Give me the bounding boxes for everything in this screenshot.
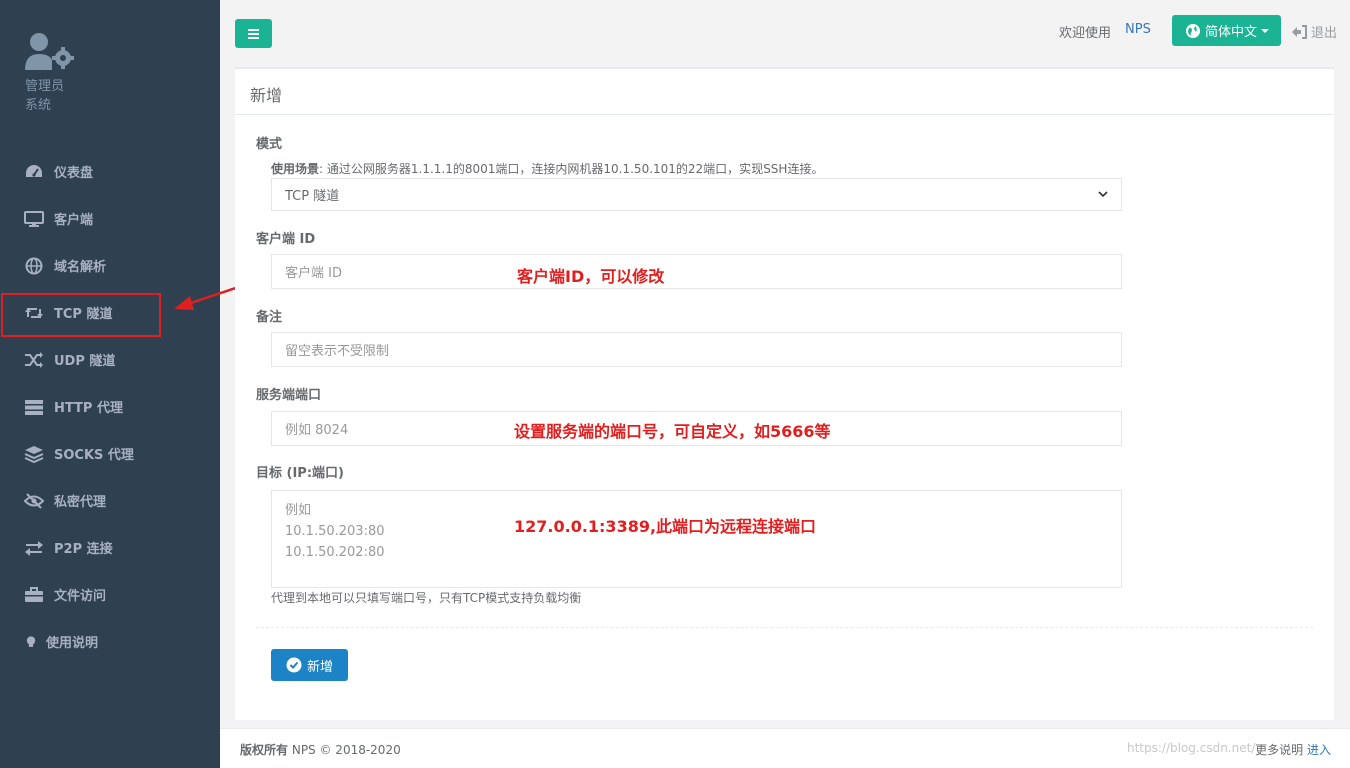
profile[interactable]: 管理员 系统: [25, 32, 77, 115]
annotation-server-port: 设置服务端的端口号，可自定义，如5666等: [514, 422, 831, 441]
sidebar-item-dashboard[interactable]: 仪表盘: [0, 148, 220, 195]
sidebar-item-label: 使用说明: [46, 636, 99, 651]
sidebar-item-label: 文件访问: [54, 589, 107, 604]
eye-slash-icon: [24, 492, 44, 509]
remark-input[interactable]: 留空表示不受限制: [271, 332, 1122, 367]
sidebar-item-files[interactable]: 文件访问: [0, 571, 220, 618]
monitor-icon: [24, 210, 44, 227]
submit-label: 新增: [306, 659, 333, 675]
globe-icon: [1186, 23, 1200, 38]
dashboard-icon: [26, 164, 42, 177]
server-icon: [25, 399, 43, 415]
sidebar-item-label: 域名解析: [54, 260, 107, 275]
exchange-icon: [25, 540, 43, 556]
profile-subtitle: 系统: [25, 98, 52, 113]
target-textarea[interactable]: 例如 10.1.50.203:80 10.1.50.202:80: [271, 490, 1122, 588]
sidebar-item-label: P2P 连接: [54, 542, 113, 557]
client-id-label: 客户端 ID: [256, 232, 316, 247]
language-label: 简体中文: [1205, 25, 1258, 40]
logout-label: 退出: [1311, 26, 1338, 41]
annotation-target: 127.0.0.1:3389,此端口为远程连接端口: [514, 517, 817, 536]
sidebar-item-label: HTTP 代理: [54, 401, 123, 416]
more-label: 更多说明: [1255, 743, 1304, 757]
mode-label: 模式: [256, 137, 283, 152]
scenario-hint: 使用场景: 通过公网服务器1.1.1.1的8001端口，连接内网机器10.1.5…: [271, 160, 823, 177]
chevron-down-icon: [1098, 191, 1108, 198]
footer: 版权所有 NPS © 2018-2020 https://blog.csdn.n…: [220, 728, 1350, 768]
submit-button[interactable]: 新增: [271, 649, 348, 681]
caret-down-icon: [1261, 28, 1270, 33]
client-id-input[interactable]: 客户端 ID: [271, 254, 1122, 289]
copyright: 版权所有 NPS © 2018-2020: [240, 741, 401, 758]
hamburger-icon: [248, 36, 259, 39]
hamburger-icon: [248, 28, 259, 31]
remark-label: 备注: [256, 310, 283, 325]
welcome-text: 欢迎使用: [1059, 26, 1112, 41]
form-panel: 新增 模式 使用场景: 通过公网服务器1.1.1.1的8001端口，连接内网机器…: [235, 67, 1334, 720]
sidebar-item-label: 仪表盘: [54, 166, 94, 181]
sidebar-item-label: SOCKS 代理: [54, 448, 134, 463]
form-divider: [256, 627, 1313, 628]
target-label: 目标 (IP:端口): [256, 466, 344, 481]
watermark: https://blog.csdn.net/: [1127, 741, 1256, 755]
brand-link[interactable]: NPS: [1125, 22, 1151, 37]
copyright-text: NPS © 2018-2020: [291, 743, 401, 757]
sidebar-item-label: 私密代理: [54, 495, 107, 510]
sidebar: 管理员 系统 仪表盘 客户端 域名解析 TCP 隧道 UDP 隧道 HTTP 代…: [0, 0, 220, 768]
copyright-label: 版权所有: [240, 743, 289, 757]
hamburger-icon: [248, 32, 259, 35]
random-icon: [25, 351, 43, 368]
globe-icon: [25, 257, 43, 274]
sidebar-item-secret[interactable]: 私密代理: [0, 477, 220, 524]
check-circle-icon: [286, 657, 302, 673]
user-gear-icon: [25, 32, 77, 74]
sidebar-item-udp[interactable]: UDP 隧道: [0, 336, 220, 383]
sidebar-item-p2p[interactable]: P2P 连接: [0, 524, 220, 571]
server-port-label: 服务端端口: [256, 388, 322, 403]
target-help: 代理到本地可以只填写端口号，只有TCP模式支持负载均衡: [271, 591, 582, 605]
mode-select-value: TCP 隧道: [285, 189, 340, 204]
language-dropdown[interactable]: 简体中文: [1172, 15, 1281, 46]
sign-out-icon: [1292, 24, 1307, 39]
annotation-highlight-box: [1, 293, 161, 337]
scenario-text: : 通过公网服务器1.1.1.1的8001端口，连接内网机器10.1.50.10…: [319, 162, 824, 176]
menu-toggle-button[interactable]: [235, 19, 272, 48]
sidebar-item-label: UDP 隧道: [54, 354, 116, 369]
lightbulb-icon: [26, 635, 36, 647]
logout-link[interactable]: 退出: [1291, 22, 1337, 41]
sidebar-nav: 仪表盘 客户端 域名解析 TCP 隧道 UDP 隧道 HTTP 代理 SOCKS…: [0, 148, 220, 665]
sidebar-item-label: 客户端: [54, 213, 94, 228]
briefcase-icon: [25, 586, 43, 602]
annotation-client-id: 客户端ID，可以修改: [517, 267, 665, 286]
sidebar-item-http[interactable]: HTTP 代理: [0, 383, 220, 430]
sidebar-item-socks[interactable]: SOCKS 代理: [0, 430, 220, 477]
panel-title: 新增: [235, 69, 1334, 115]
more-link[interactable]: 进入: [1307, 743, 1331, 757]
more-info: 更多说明 进入: [1255, 741, 1331, 758]
profile-role: 管理员: [25, 79, 65, 94]
layers-icon: [24, 445, 44, 463]
mode-select[interactable]: TCP 隧道: [271, 178, 1122, 211]
sidebar-item-clients[interactable]: 客户端: [0, 195, 220, 242]
scenario-prefix: 使用场景: [271, 162, 320, 176]
sidebar-item-help[interactable]: 使用说明: [0, 618, 220, 665]
